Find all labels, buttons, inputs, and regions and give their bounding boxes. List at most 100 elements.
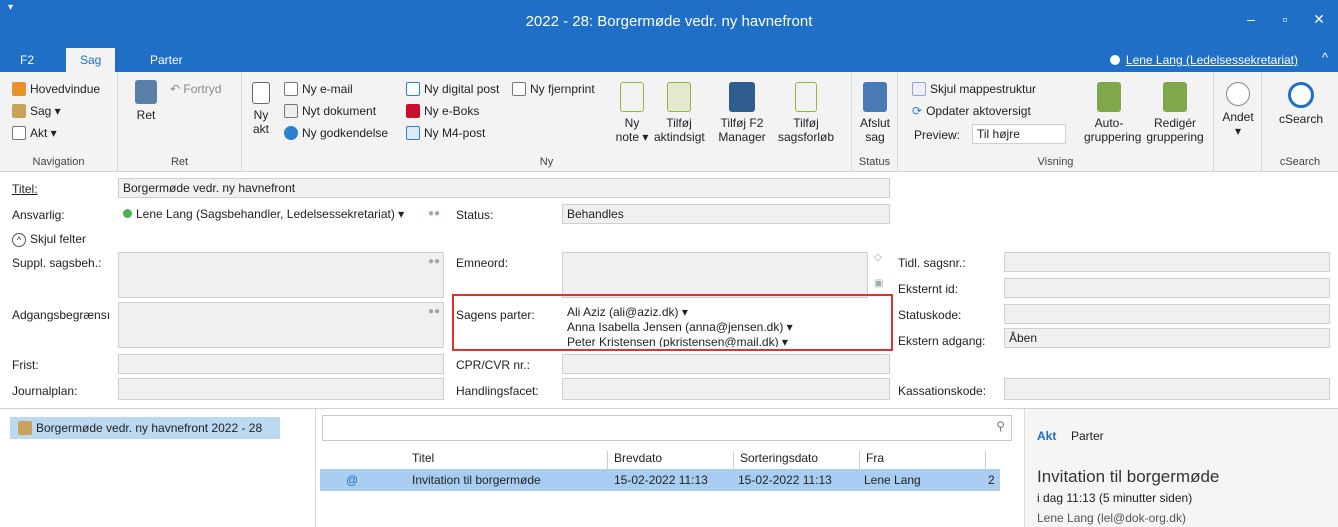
nyt-dokument-label: Nyt dokument [302, 104, 377, 118]
frist-label: Frist: [12, 358, 39, 372]
visning-group: Skjul mappestruktur ⟳ Opdater aktoversigt… [898, 72, 1214, 172]
suppl-field[interactable] [118, 252, 444, 298]
skjul-felter-button[interactable]: ^ Skjul felter [12, 232, 86, 247]
column-header-fra[interactable]: Fra [862, 451, 986, 469]
new-document-icon [252, 82, 270, 104]
ny-email-button[interactable]: Ny e-mail [284, 82, 353, 96]
maximize-button[interactable]: ▫ [1270, 11, 1300, 27]
skjul-label: Skjul mappestruktur [930, 82, 1037, 96]
skjul-mappestruktur-button[interactable]: Skjul mappestruktur [912, 82, 1036, 96]
info-icon [1226, 82, 1250, 106]
andet-label: Andet ▾ [1222, 110, 1254, 138]
status-field[interactable]: Behandles [562, 204, 890, 224]
presence-icon [123, 209, 132, 218]
tilfoj-sagsforlob-button[interactable]: Tilføj sagsforløb [778, 82, 834, 144]
ny-digital-post-label: Ny digital post [424, 82, 500, 96]
folder-structure-icon [912, 82, 926, 96]
titel-field[interactable]: Borgermøde vedr. ny havnefront [118, 178, 890, 198]
adgang-field[interactable] [118, 302, 444, 348]
journalplan-field[interactable] [118, 378, 444, 400]
tilfoj-f2-manager-button[interactable]: Tilføj F2 Manager [714, 82, 770, 144]
expand-icon[interactable]: ▣ [874, 278, 883, 289]
auto-gruppering-button[interactable]: Auto-gruppering [1084, 82, 1141, 144]
column-header-titel[interactable]: Titel [408, 451, 608, 469]
cpr-label: CPR/CVR nr.: [456, 358, 531, 372]
emneord-field[interactable] [562, 252, 868, 298]
tidl-sagsnr-label: Tidl. sagsnr.: [898, 256, 966, 270]
minimize-button[interactable]: ‒ [1236, 11, 1266, 27]
nyt-dokument-button[interactable]: Nyt dokument [284, 104, 376, 118]
tab-parter-preview[interactable]: Parter [1071, 429, 1104, 443]
note-icon [620, 82, 644, 112]
quick-access-icon[interactable]: ▾ [8, 2, 13, 13]
preview-time: i dag 11:13 (5 minutter siden) [1037, 491, 1193, 505]
ny-godkendelse-button[interactable]: Ny godkendelse [284, 126, 388, 140]
column-header-sorteringsdato[interactable]: Sorteringsdato [736, 451, 860, 469]
akt-menu-button[interactable]: Akt ▾ [12, 126, 57, 140]
ekstern-adgang-field[interactable]: Åben [1004, 328, 1330, 348]
kassation-label: Kassationskode: [898, 384, 987, 398]
person-picker-icon[interactable]: ●● [428, 306, 440, 317]
andet-button[interactable]: Andet ▾ [1218, 82, 1258, 138]
edit-group-icon [1163, 82, 1187, 112]
person-picker-icon[interactable]: ●● [428, 256, 440, 267]
cpr-field[interactable] [562, 354, 890, 374]
edit-icon [135, 80, 157, 104]
document-icon [12, 126, 26, 140]
rediger-gruppering-button[interactable]: Redigér gruppering [1144, 82, 1206, 144]
table-row[interactable]: @ Invitation til borgermøde 15-02-2022 1… [320, 469, 1000, 491]
tilfoj-aktindsigt-button[interactable]: Tilføj aktindsigt [654, 82, 705, 144]
eksternt-id-field[interactable] [1004, 278, 1330, 298]
ny-digital-post-button[interactable]: Ny digital post [406, 82, 499, 96]
user-link[interactable]: Lene Lang (Ledelsessekretariat) [1109, 53, 1298, 67]
tab-sag[interactable]: Sag [66, 48, 116, 72]
ny-note-button[interactable]: Ny note ▾ [612, 82, 652, 144]
opdater-aktoversigt-button[interactable]: ⟳ Opdater aktoversigt [912, 104, 1031, 118]
ekstern-adgang-label: Ekstern adgang: [898, 334, 986, 348]
tab-akt[interactable]: Akt [1037, 429, 1056, 443]
opdater-label: Opdater aktoversigt [926, 104, 1031, 118]
statuskode-label: Statuskode: [898, 308, 962, 322]
ansvarlig-field[interactable]: Lene Lang (Sagsbehandler, Ledelsessekret… [118, 204, 444, 224]
tab-f2[interactable]: F2 [6, 48, 48, 72]
csearch-button[interactable]: cSearch [1276, 82, 1326, 126]
folder-tree: Borgermøde vedr. ny havnefront 2022 - 28 [0, 409, 316, 527]
tidl-sagsnr-field[interactable] [1004, 252, 1330, 272]
afslut-sag-button[interactable]: Afslut sag [858, 82, 892, 144]
statuskode-field[interactable] [1004, 304, 1330, 324]
search-input[interactable]: ⚲ [322, 415, 1012, 441]
title-bar: ▾ 2022 - 28: Borgermøde vedr. ny havnefr… [0, 0, 1338, 44]
ret-button[interactable]: Ret [126, 80, 166, 122]
ny-fjernprint-button[interactable]: Ny fjernprint [512, 82, 595, 96]
tab-parter[interactable]: Parter [136, 48, 197, 72]
tilfoj-f2-label: Tilføj F2 Manager [718, 116, 766, 144]
ny-akt-button[interactable]: Ny akt [246, 82, 276, 136]
tag-icon[interactable]: ◇ [874, 252, 882, 263]
ny-eboks-label: Ny e-Boks [424, 104, 480, 118]
fortryd-button[interactable]: ↶ Fortryd [170, 82, 221, 96]
ny-eboks-button[interactable]: Ny e-Boks [406, 104, 479, 118]
rediger-label: Redigér gruppering [1146, 116, 1204, 144]
preview-select[interactable]: Til højre [972, 124, 1066, 144]
sag-menu-button[interactable]: Sag ▾ [12, 104, 61, 118]
afslut-sag-label: Afslut sag [859, 116, 890, 144]
column-header-brevdato[interactable]: Brevdato [610, 451, 734, 469]
hovedvindue-label: Hovedvindue [30, 82, 101, 96]
suppl-label: Suppl. sagsbeh.: [12, 256, 102, 270]
kassation-field[interactable] [1004, 378, 1330, 400]
person-picker-icon[interactable]: ●● [428, 208, 440, 219]
status-group-label: Status [858, 156, 891, 168]
frist-field[interactable] [118, 354, 444, 374]
hovedvindue-button[interactable]: Hovedvindue [12, 82, 100, 96]
close-button[interactable]: ✕ [1304, 11, 1334, 28]
undo-icon: ↶ [170, 82, 184, 96]
tree-item-case[interactable]: Borgermøde vedr. ny havnefront 2022 - 28 [10, 417, 280, 439]
ny-godkendelse-label: Ny godkendelse [302, 126, 389, 140]
ny-m4-button[interactable]: Ny M4-post [406, 126, 485, 140]
eboks-icon [406, 104, 420, 118]
sagsforlob-icon [795, 82, 817, 112]
ny-akt-label: Ny akt [252, 108, 269, 136]
handlingsfacet-field[interactable] [562, 378, 890, 400]
csearch-label: cSearch [1278, 112, 1324, 126]
collapse-ribbon-icon[interactable]: ^ [1322, 50, 1328, 65]
